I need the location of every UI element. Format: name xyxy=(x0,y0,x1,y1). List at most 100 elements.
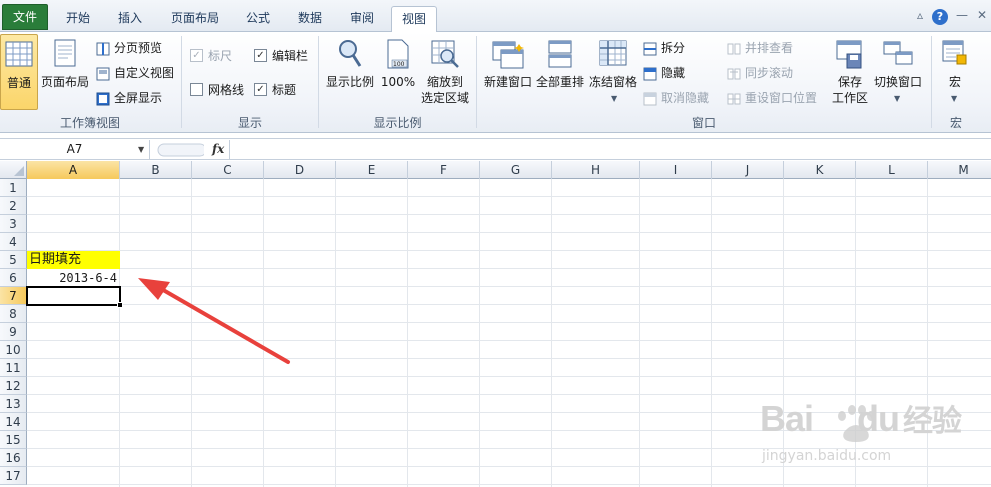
new-window-button[interactable]: 新建窗口 xyxy=(481,34,535,110)
row-header[interactable]: 7 xyxy=(0,287,27,305)
watermark-cn: 经验 xyxy=(903,405,962,438)
view-side-by-side-button[interactable]: 并排查看 xyxy=(727,38,793,58)
arrange-all-button[interactable]: 全部重排 xyxy=(535,34,585,110)
split-button[interactable]: 拆分 xyxy=(643,38,685,58)
row-header[interactable]: 13 xyxy=(0,395,27,413)
row-header[interactable]: 16 xyxy=(0,449,27,467)
column-header[interactable]: C xyxy=(192,161,264,179)
column-header[interactable]: G xyxy=(480,161,552,179)
column-header[interactable]: H xyxy=(552,161,640,179)
new-window-label: 新建窗口 xyxy=(483,75,532,89)
zoom-100-label: 100% xyxy=(380,75,416,89)
unhide-label: 取消隐藏 xyxy=(661,91,710,105)
window-minimize-icon[interactable]: — xyxy=(954,8,970,22)
row-header[interactable]: 14 xyxy=(0,413,27,431)
row-header[interactable]: 8 xyxy=(0,305,27,323)
help-icon[interactable]: ? xyxy=(932,9,948,25)
watermark-url: jingyan.baidu.com xyxy=(762,448,892,464)
gridlines-check-icon xyxy=(190,83,203,96)
page-break-preview-button[interactable]: 分页预览 xyxy=(96,38,162,58)
column-header[interactable]: K xyxy=(784,161,856,179)
row-header[interactable]: 11 xyxy=(0,359,27,377)
reset-position-icon xyxy=(727,93,741,104)
column-header[interactable]: J xyxy=(712,161,784,179)
formula-cancel-area-icon xyxy=(157,143,204,157)
column-headers: ABCDEFGHIJKLM xyxy=(0,161,991,179)
unhide-button[interactable]: 取消隐藏 xyxy=(643,88,709,108)
zoom-label: 显示比例 xyxy=(325,75,374,89)
ruler-checkbox[interactable]: ✓ 标尺 xyxy=(190,46,232,66)
zoom-to-selection-button[interactable]: 缩放到 选定区域 xyxy=(418,34,472,110)
tab-formulas[interactable]: 公式 xyxy=(236,6,280,32)
reset-window-position-button[interactable]: 重设窗口位置 xyxy=(727,88,817,108)
row-header[interactable]: 15 xyxy=(0,431,27,449)
tab-view[interactable]: 视图 xyxy=(391,6,437,33)
tab-review[interactable]: 审阅 xyxy=(340,6,384,32)
group-label-show: 显示 xyxy=(237,116,262,130)
column-header[interactable]: B xyxy=(120,161,192,179)
save-workspace-button[interactable]: 保存 工作区 xyxy=(829,34,871,110)
normal-view-icon xyxy=(5,41,33,67)
active-cell-a7[interactable] xyxy=(26,286,121,306)
zoom-100-button[interactable]: 100 100% xyxy=(380,34,416,110)
custom-views-button[interactable]: 自定义视图 xyxy=(96,63,174,83)
headings-check-icon: ✓ xyxy=(254,83,267,96)
page-layout-view-button[interactable]: 页面布局 xyxy=(40,34,90,110)
freeze-panes-button[interactable]: 冻结窗格 ▼ xyxy=(587,34,639,110)
window-close-icon[interactable]: ✕ xyxy=(974,8,990,22)
name-box[interactable]: A7 xyxy=(0,140,150,159)
tab-insert[interactable]: 插入 xyxy=(108,6,152,32)
page-break-preview-label: 分页预览 xyxy=(114,41,163,55)
cell-a6[interactable]: 2013-6-4 xyxy=(27,269,120,287)
chevron-down-icon[interactable]: ▼ xyxy=(138,140,144,159)
column-header[interactable]: D xyxy=(264,161,336,179)
sync-scroll-button[interactable]: 同步滚动 xyxy=(727,63,793,83)
row-header[interactable]: 6 xyxy=(0,269,27,287)
select-all-icon xyxy=(14,166,24,176)
tab-home[interactable]: 开始 xyxy=(56,6,100,32)
gridlines-checkbox[interactable]: 网格线 xyxy=(190,80,244,100)
formula-input[interactable] xyxy=(232,140,988,159)
formula-bar-checkbox[interactable]: ✓ 编辑栏 xyxy=(254,46,308,66)
insert-function-icon[interactable]: fx xyxy=(212,140,224,159)
row-header[interactable]: 9 xyxy=(0,323,27,341)
switch-windows-button[interactable]: 切换窗口 ▼ xyxy=(872,34,924,110)
column-header[interactable]: F xyxy=(408,161,480,179)
tab-file[interactable]: 文件 xyxy=(2,4,48,30)
switch-windows-icon xyxy=(883,41,913,65)
row-header[interactable]: 4 xyxy=(0,233,27,251)
column-header[interactable]: A xyxy=(27,161,120,179)
formula-bar-label: 编辑栏 xyxy=(272,49,309,63)
row-header[interactable]: 10 xyxy=(0,341,27,359)
headings-checkbox[interactable]: ✓ 标题 xyxy=(254,80,296,100)
ruler-check-icon: ✓ xyxy=(190,49,203,62)
row-header[interactable]: 1 xyxy=(0,179,27,197)
baidu-watermark: Bai du 经验 jingyan.baidu.com xyxy=(760,380,990,480)
row-header[interactable]: 5 xyxy=(0,251,27,269)
tab-page-layout[interactable]: 页面布局 xyxy=(160,6,230,32)
select-all-corner[interactable] xyxy=(0,161,27,179)
row-header[interactable]: 17 xyxy=(0,467,27,485)
zoom-button[interactable]: 显示比例 xyxy=(322,34,378,110)
headings-label: 标题 xyxy=(272,83,297,97)
column-header[interactable]: L xyxy=(856,161,928,179)
row-header[interactable]: 12 xyxy=(0,377,27,395)
macros-button[interactable]: 宏 ▼ xyxy=(936,34,974,110)
row-header[interactable]: 3 xyxy=(0,215,27,233)
minimize-ribbon-icon[interactable]: ▵ xyxy=(912,8,928,22)
fill-handle[interactable] xyxy=(117,302,123,308)
row-header[interactable]: 2 xyxy=(0,197,27,215)
sync-scroll-icon xyxy=(727,68,741,79)
page-layout-view-label: 页面布局 xyxy=(40,75,89,89)
column-header[interactable]: E xyxy=(336,161,408,179)
normal-view-button[interactable]: 普通 xyxy=(0,34,38,110)
column-header[interactable]: M xyxy=(928,161,991,179)
full-screen-button[interactable]: 全屏显示 xyxy=(96,88,162,108)
arrange-all-label: 全部重排 xyxy=(535,75,584,89)
column-header[interactable]: I xyxy=(640,161,712,179)
group-label-window: 窗口 xyxy=(691,116,716,130)
arrange-all-icon xyxy=(548,40,572,68)
hide-button[interactable]: 隐藏 xyxy=(643,63,685,83)
tab-data[interactable]: 数据 xyxy=(288,6,332,32)
cell-a5[interactable]: 日期填充 xyxy=(27,251,120,269)
